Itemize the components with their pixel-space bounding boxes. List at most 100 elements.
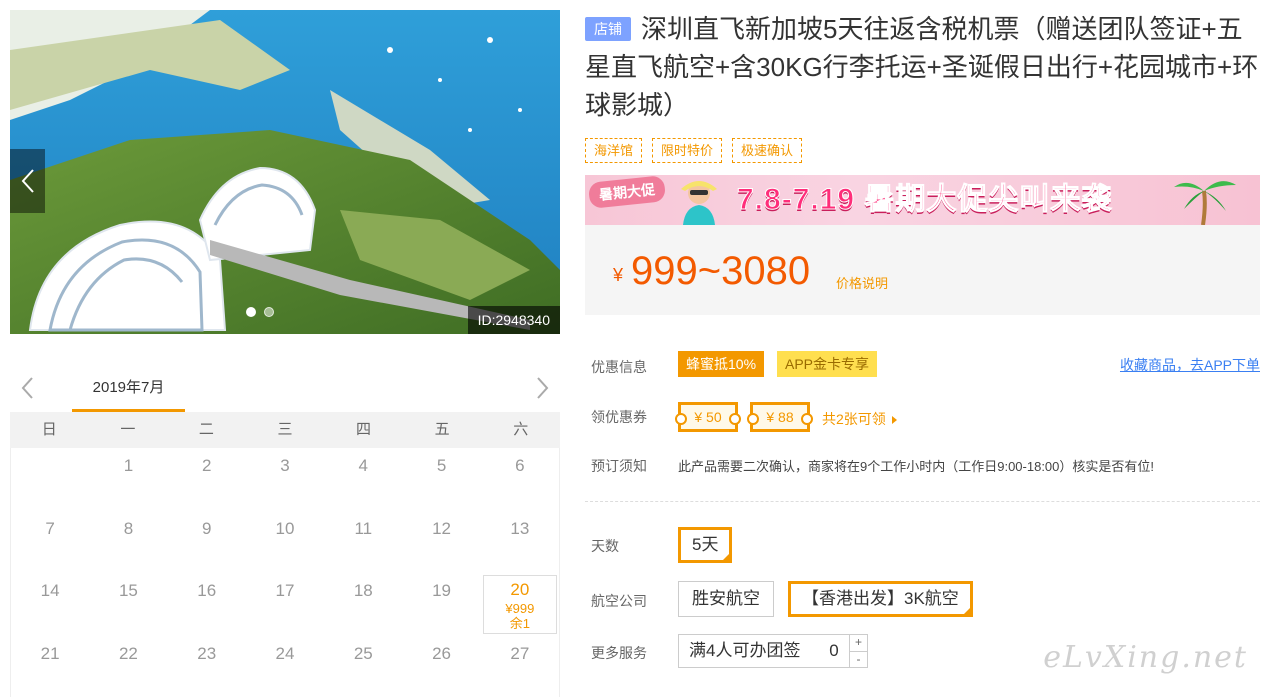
product-title-text: 深圳直飞新加坡5天往返含税机票（赠送团队签证+五星直飞航空+含30KG行李托运+… <box>585 14 1259 120</box>
calendar-day: 23 <box>168 636 246 697</box>
tag-fast-confirm: 极速确认 <box>732 138 803 163</box>
day-number: 12 <box>432 518 452 538</box>
calendar-day: 8 <box>89 511 167 574</box>
calendar-day: 12 <box>402 511 480 574</box>
promo-person-icon <box>681 181 717 225</box>
gallery-dot[interactable] <box>264 307 274 317</box>
day-number: 17 <box>275 581 295 600</box>
watermark: eLvXing.net <box>1043 640 1248 675</box>
product-gallery[interactable]: ID:2948340 <box>10 10 560 334</box>
day-number: 3 <box>280 456 290 475</box>
calendar-day: 22 <box>89 636 167 697</box>
booking-notice-label: 预订须知 <box>591 458 647 474</box>
day-number: 4 <box>358 456 369 475</box>
calendar-day: 2 <box>168 448 246 511</box>
coupon-50[interactable]: ¥ 50 <box>675 402 741 432</box>
day-price: ¥999 <box>505 601 535 616</box>
promo-text: 7.8-7.19 暑期大促尖叫来袭 <box>736 183 1113 217</box>
calendar-day: 14 <box>11 573 89 636</box>
calendar-day: 6 <box>481 448 559 511</box>
calendar-week-row: 14 15 16 17 18 19 20 ¥999 余1 <box>11 573 559 636</box>
day-number: 16 <box>197 581 217 600</box>
shop-badge: 店铺 <box>585 17 631 41</box>
calendar-day: 13 <box>481 511 559 574</box>
coupon-more-text: 共2张可领 <box>822 411 886 427</box>
day-number: 23 <box>197 643 217 663</box>
day-number: 5 <box>436 456 447 475</box>
service-name: 满4人可办团签 <box>689 641 801 660</box>
promo-banner[interactable]: 暑期大促 7.8-7.19 暑期大促尖叫来袭 <box>585 175 1260 225</box>
day-number: 25 <box>353 643 373 663</box>
decrement-button[interactable]: - <box>850 652 867 668</box>
gallery-dots <box>246 307 274 317</box>
day-number: 18 <box>353 581 373 600</box>
tag-aquarium: 海洋馆 <box>585 138 643 163</box>
calendar-day: 3 <box>246 448 324 511</box>
day-number: 24 <box>275 643 295 663</box>
weekday-label: 五 <box>434 421 450 438</box>
discount-label: 优惠信息 <box>591 359 647 375</box>
calendar-day-available[interactable]: 20 ¥999 余1 <box>482 575 557 634</box>
coupon-label: 领优惠券 <box>591 409 647 425</box>
coupon-more-link[interactable]: 共2张可领 <box>822 409 899 429</box>
day-number: 1 <box>123 456 134 475</box>
day-number: 22 <box>118 643 138 663</box>
weekday-label: 四 <box>356 421 372 438</box>
coupon-88[interactable]: ¥ 88 <box>747 402 813 432</box>
day-number: 9 <box>201 518 212 538</box>
calendar-day: 7 <box>11 511 89 574</box>
day-number: 10 <box>275 518 295 538</box>
day-number: 13 <box>510 518 530 538</box>
calendar-day: 26 <box>402 636 480 697</box>
calendar-day: 19 <box>402 573 480 636</box>
honey-discount-badge: 蜂蜜抵10% <box>678 351 765 377</box>
gallery-dot[interactable] <box>246 307 256 317</box>
day-number: 27 <box>510 643 530 663</box>
day-number: 15 <box>118 581 138 600</box>
promo-tag: 暑期大促 <box>587 175 667 209</box>
airline-option-3k-hongkong[interactable]: 【香港出发】3K航空 <box>788 581 973 617</box>
service-label: 更多服务 <box>591 645 647 661</box>
calendar-week-row: 7 8 9 10 11 12 13 <box>11 511 559 574</box>
day-number: 19 <box>432 581 452 600</box>
calendar-day: 5 <box>402 448 480 511</box>
day-number: 20 <box>510 580 530 599</box>
favorite-app-link[interactable]: 收藏商品，去APP下单 <box>1120 355 1260 375</box>
divider <box>585 501 1260 502</box>
calendar-day: 1 <box>89 448 167 511</box>
days-label: 天数 <box>591 538 619 554</box>
weekday-label: 六 <box>513 421 529 438</box>
gallery-image <box>10 10 560 334</box>
calendar-next-button[interactable] <box>532 376 552 400</box>
days-option-5[interactable]: 5天 <box>678 527 733 563</box>
gallery-id-label: ID:2948340 <box>467 306 560 334</box>
calendar-day: 4 <box>324 448 402 511</box>
calendar-day: 10 <box>246 511 324 574</box>
airline-option-silkair[interactable]: 胜安航空 <box>678 581 774 617</box>
calendar-day: 18 <box>324 573 402 636</box>
weekday-label: 日 <box>41 421 57 438</box>
day-number: 7 <box>45 518 55 538</box>
calendar-day: 21 <box>11 636 89 697</box>
product-info: 店铺 深圳直飞新加坡5天往返含税机票（赠送团队签证+五星直飞航空+含30KG行李托… <box>585 0 1260 697</box>
calendar-day: 9 <box>168 511 246 574</box>
stepper-buttons: + - <box>849 635 867 667</box>
price-box: ¥ 999~3080 价格说明 <box>585 225 1260 315</box>
calendar-header: 2019年7月 <box>10 366 560 412</box>
calendar-prev-button[interactable] <box>18 376 38 400</box>
product-title: 店铺 深圳直飞新加坡5天往返含税机票（赠送团队签证+五星直飞航空+含30KG行李托… <box>585 10 1260 124</box>
calendar-day: 16 <box>168 573 246 636</box>
day-number: 2 <box>201 456 212 475</box>
calendar-days: 1 2 3 4 5 6 7 8 9 10 11 12 13 14 15 16 17 18 19 20 ¥999 余1 21 2… <box>10 448 560 697</box>
price-note-link[interactable]: 价格说明 <box>836 273 888 292</box>
service-quantity[interactable]: 0 <box>819 635 849 667</box>
day-number: 11 <box>354 518 373 538</box>
calendar-week-row: 1 2 3 4 5 6 <box>11 448 559 511</box>
gallery-prev-button[interactable] <box>10 149 45 213</box>
price-calendar: 2019年7月 日一二三四五六 1 2 3 4 5 6 7 8 9 10 11 12 13 14 15 16 1… <box>10 366 560 697</box>
price-range: 999~3080 <box>631 249 811 293</box>
group-visa-stepper: 满4人可办团签 0 + - <box>678 634 868 668</box>
calendar-month-tab[interactable]: 2019年7月 <box>72 366 185 412</box>
airline-label: 航空公司 <box>591 593 647 609</box>
increment-button[interactable]: + <box>850 635 867 652</box>
